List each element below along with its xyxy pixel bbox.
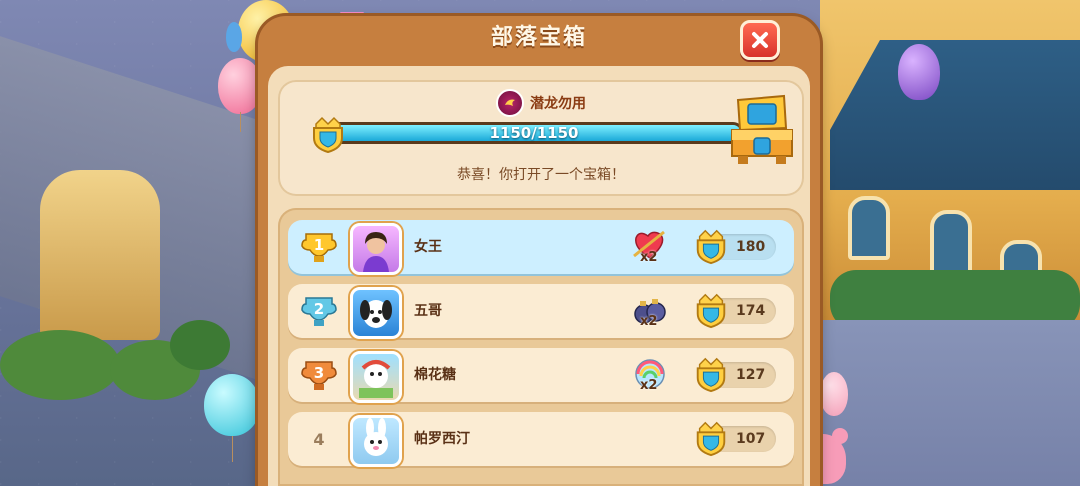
player-name: 帕罗西汀: [414, 431, 470, 447]
leaderboard-row[interactable]: 4 帕罗西汀 107: [288, 412, 794, 467]
background-fountain: [40, 170, 160, 340]
shield-crown-icon: [696, 293, 726, 329]
gold-trophy-icon: 1: [300, 230, 338, 264]
background-plaza: [820, 320, 1080, 486]
avatar: [350, 223, 402, 275]
rank-badge: 4: [300, 422, 338, 456]
rank-number: 2: [313, 300, 325, 318]
shield-crown-icon: [313, 116, 343, 154]
player-score: 127: [736, 367, 766, 383]
avatar: [350, 351, 402, 403]
leaderboard-row[interactable]: 3 棉花糖 x2 127: [288, 348, 794, 403]
avatar: [350, 415, 402, 467]
item-count: x2: [640, 314, 658, 329]
cyan-balloon-decoration: [204, 374, 260, 436]
background-roof: [830, 40, 1080, 190]
member-leaderboard: 1 女王 x2 180 2 五哥 x2 174 3 棉花糖 x2 127 4 帕…: [278, 208, 804, 486]
background-window: [930, 210, 972, 274]
player-score: 107: [736, 431, 766, 447]
player-name: 棉花糖: [414, 367, 456, 383]
pink-balloon-decoration: [218, 58, 262, 114]
easter-egg-decoration: [898, 44, 940, 100]
player-score: 180: [736, 239, 766, 255]
progress-label: 1150/1150: [489, 124, 579, 142]
player-score: 174: [736, 303, 766, 319]
leaderboard-row[interactable]: 1 女王 x2 180: [288, 220, 794, 275]
pink-balloon-decoration: [820, 372, 848, 416]
clan-name: 潜龙勿用: [530, 96, 586, 112]
chest-progress-card: 潜龙勿用 1150/1150 恭喜！你打开了一个宝箱！: [278, 80, 804, 196]
item-count: x2: [640, 250, 658, 265]
dialog-title: 部落宝箱: [490, 25, 587, 50]
shield-crown-icon: [696, 357, 726, 393]
background-bush: [170, 320, 230, 370]
close-button[interactable]: [740, 20, 780, 60]
item-count: x2: [640, 378, 658, 393]
open-chest-icon: [731, 94, 793, 164]
blue-balloon-decoration: [226, 22, 242, 52]
player-name: 女王: [414, 239, 442, 255]
clan-chest-dialog: 部落宝箱 潜龙勿用 1150/1150 恭喜！你打开了一个宝箱！ 1 女王 x2…: [258, 16, 820, 486]
clan-header: 潜龙勿用: [278, 89, 804, 117]
chest-opened-message: 恭喜！你打开了一个宝箱！: [457, 167, 625, 183]
player-name: 五哥: [414, 303, 442, 319]
avatar: [350, 287, 402, 339]
silver-trophy-icon: 2: [300, 294, 338, 328]
bronze-trophy-icon: 3: [300, 358, 338, 392]
leaderboard-row[interactable]: 2 五哥 x2 174: [288, 284, 794, 339]
shield-crown-icon: [696, 421, 726, 457]
background-bush: [0, 330, 120, 400]
shield-crown-icon: [696, 229, 726, 265]
clan-dragon-icon: [496, 89, 524, 117]
rank-number: 4: [313, 429, 325, 449]
chest-progress-bar: 1150/1150: [324, 122, 744, 144]
rank-number: 3: [313, 364, 325, 382]
rank-number: 1: [313, 236, 325, 254]
close-x-icon: [752, 32, 768, 48]
background-window: [848, 196, 890, 260]
